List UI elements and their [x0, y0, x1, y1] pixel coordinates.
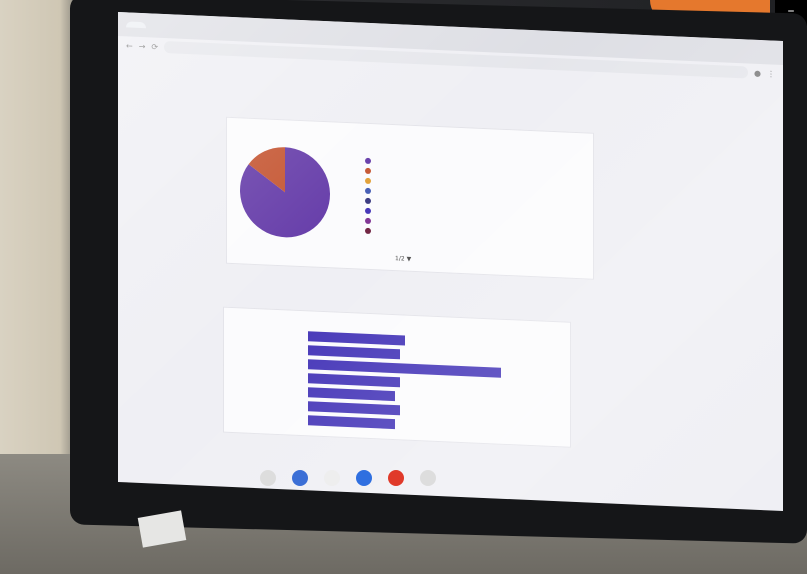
bar-chart [232, 326, 562, 438]
legend-item [365, 156, 375, 166]
bar-label [232, 403, 308, 406]
legend-item [365, 216, 375, 226]
legend-dot-icon [365, 167, 371, 174]
profile-icon[interactable]: ● [754, 68, 761, 77]
pie-chart [240, 147, 330, 238]
legend-item [365, 176, 375, 186]
settings-icon[interactable] [324, 470, 340, 486]
chrome-icon[interactable] [260, 470, 276, 486]
legend-dot-icon [365, 177, 371, 184]
docs-icon[interactable] [356, 470, 372, 486]
bar-label [232, 361, 308, 364]
back-icon[interactable]: ← [126, 41, 133, 50]
forward-icon[interactable]: → [139, 41, 146, 50]
laptop-screen: ← → ⟳ ● ⋮ 1/2 ▼ [118, 12, 783, 512]
pie-chart-card: 1/2 ▼ [226, 116, 594, 280]
camera-icon[interactable] [420, 470, 436, 486]
bar-label [232, 389, 308, 392]
bar-label [232, 347, 308, 350]
legend-dot-icon [365, 207, 371, 214]
bar [308, 415, 396, 430]
legend-dot-icon [365, 197, 371, 204]
app-shelf [260, 470, 436, 486]
legend-item [365, 226, 375, 236]
bar-label [232, 375, 308, 378]
legend-item [365, 166, 375, 176]
legend-item [365, 206, 375, 216]
pie-card-title [235, 126, 585, 141]
legend-dot-icon [365, 187, 371, 194]
legend-dot-icon [365, 217, 371, 224]
pie-legend [365, 156, 375, 236]
files-icon[interactable] [292, 470, 308, 486]
legend-item [365, 196, 375, 206]
bar-label [232, 333, 308, 336]
legend-item [365, 186, 375, 196]
legend-dot-icon [365, 227, 371, 234]
youtube-icon[interactable] [388, 470, 404, 486]
legend-pager[interactable]: 1/2 ▼ [395, 255, 585, 270]
reload-icon[interactable]: ⟳ [151, 42, 158, 51]
legend-dot-icon [365, 157, 371, 164]
browser-tab[interactable] [126, 21, 146, 29]
pie-card-subtitle [235, 126, 585, 141]
bar-chart-card [223, 306, 571, 448]
bar-label [232, 417, 308, 420]
menu-icon[interactable]: ⋮ [767, 69, 775, 78]
